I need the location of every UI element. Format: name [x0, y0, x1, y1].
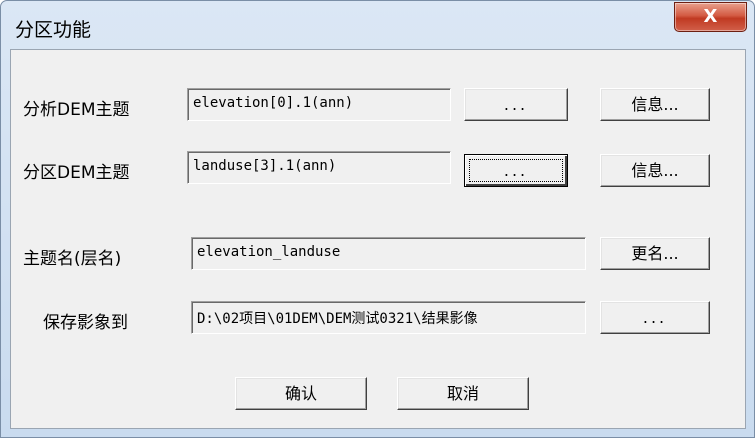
focus-ring	[469, 159, 563, 182]
cancel-button[interactable]: 取消	[397, 377, 529, 410]
save-image-label: 保存影象到	[43, 313, 128, 333]
theme-name-label: 主题名(层名)	[23, 249, 122, 269]
close-icon: X	[703, 6, 718, 27]
dialog-body: 分析DEM主题 elevation[0].1(ann) ... 信息... 分区…	[10, 49, 746, 429]
close-button[interactable]: X	[674, 2, 747, 32]
analysis-dem-label: 分析DEM主题	[23, 100, 130, 120]
analysis-dem-browse-button[interactable]: ...	[464, 88, 568, 121]
save-path-field[interactable]: D:\02项目\01DEM\DEM测试0321\结果影像	[191, 301, 586, 334]
zone-dem-field[interactable]: landuse[3].1(ann)	[187, 151, 451, 184]
save-path-browse-button[interactable]: ...	[600, 301, 710, 334]
analysis-dem-info-button[interactable]: 信息...	[600, 88, 710, 121]
zone-dem-browse-button[interactable]: ...	[464, 154, 568, 187]
theme-name-field[interactable]: elevation_landuse	[191, 237, 586, 270]
analysis-dem-field[interactable]: elevation[0].1(ann)	[187, 88, 451, 121]
dialog-window: 分区功能 X 分析DEM主题 elevation[0].1(ann) ... 信…	[0, 0, 755, 438]
ok-button[interactable]: 确认	[235, 377, 367, 410]
zone-dem-info-button[interactable]: 信息...	[600, 154, 710, 187]
zone-dem-label: 分区DEM主题	[23, 163, 130, 183]
rename-button[interactable]: 更名...	[600, 237, 710, 270]
window-title: 分区功能	[15, 19, 92, 41]
title-bar[interactable]: 分区功能 X	[1, 1, 754, 49]
